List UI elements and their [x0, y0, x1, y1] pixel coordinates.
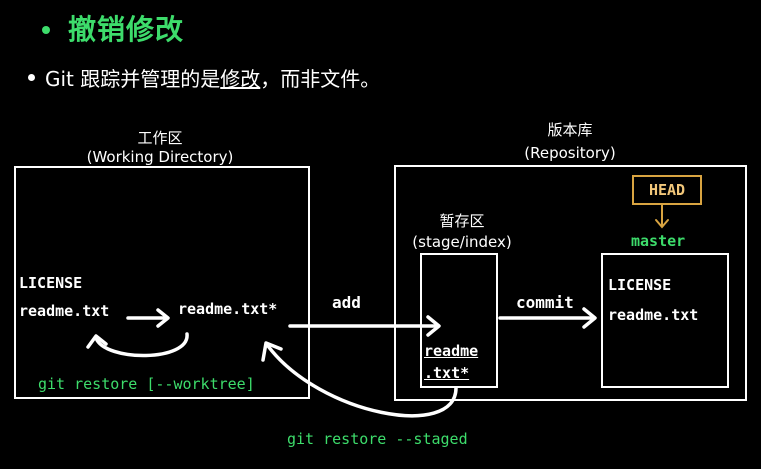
restore-worktree-arrow: [94, 332, 189, 358]
arrows-layer: [86, 204, 669, 418]
restore-staged-arrow: [266, 344, 458, 418]
